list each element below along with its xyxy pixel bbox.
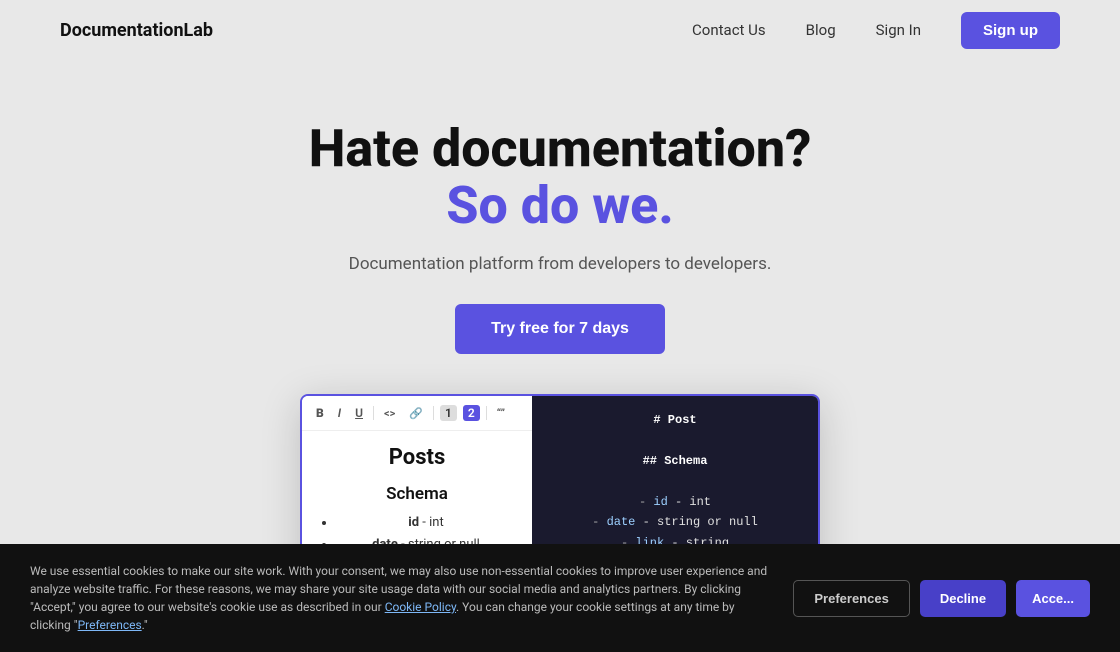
cookie-decline-button[interactable]: Decline [920,580,1006,617]
toolbar-code[interactable]: <> [380,405,399,422]
toolbar-separator-2 [433,406,434,420]
toolbar-separator-3 [486,406,487,420]
code-line: - id - int [548,492,802,512]
nav-signup-button[interactable]: Sign up [961,12,1060,49]
cookie-text: We use essential cookies to make our sit… [30,562,773,634]
toolbar-num2[interactable]: 2 [463,405,480,421]
toolbar-bold[interactable]: B [312,404,328,422]
nav-sign-in[interactable]: Sign In [876,21,921,39]
toolbar-italic[interactable]: I [334,404,345,422]
navbar: DocumentationLab Contact Us Blog Sign In… [0,0,1120,60]
code-line [548,472,802,492]
cookie-accept-button[interactable]: Acce... [1016,580,1090,617]
toolbar-link[interactable]: 🔗 [405,405,427,422]
toolbar-num1[interactable]: 1 [440,405,457,421]
toolbar-quote[interactable]: “” [493,405,509,422]
nav-blog[interactable]: Blog [806,21,836,39]
cookie-actions: Preferences Decline Acce... [793,580,1090,617]
preferences-link-inline[interactable]: Preferences [78,618,142,632]
editor-heading: Posts [318,445,516,470]
cookie-banner: We use essential cookies to make our sit… [0,544,1120,652]
editor-subheading: Schema [318,484,516,504]
nav-links: Contact Us Blog Sign In Sign up [692,12,1060,49]
code-line: # Post [548,410,802,430]
site-logo[interactable]: DocumentationLab [60,20,213,41]
editor-toolbar: B I U <> 🔗 1 2 “” [302,396,532,431]
cookie-preferences-button[interactable]: Preferences [793,580,909,617]
toolbar-separator-1 [373,406,374,420]
cookie-policy-link[interactable]: Cookie Policy [385,600,456,614]
hero-title-line2: So do we. [446,177,674,234]
code-line [548,431,802,451]
hero-description: Documentation platform from developers t… [349,254,772,274]
list-item: id - int [336,512,516,534]
hero-title-line1: Hate documentation? [309,120,812,177]
code-line: ## Schema [548,451,802,471]
code-line: - date - string or null [548,512,802,532]
nav-contact-us[interactable]: Contact Us [692,21,766,39]
toolbar-underline[interactable]: U [351,404,367,422]
cta-try-free-button[interactable]: Try free for 7 days [455,304,665,354]
